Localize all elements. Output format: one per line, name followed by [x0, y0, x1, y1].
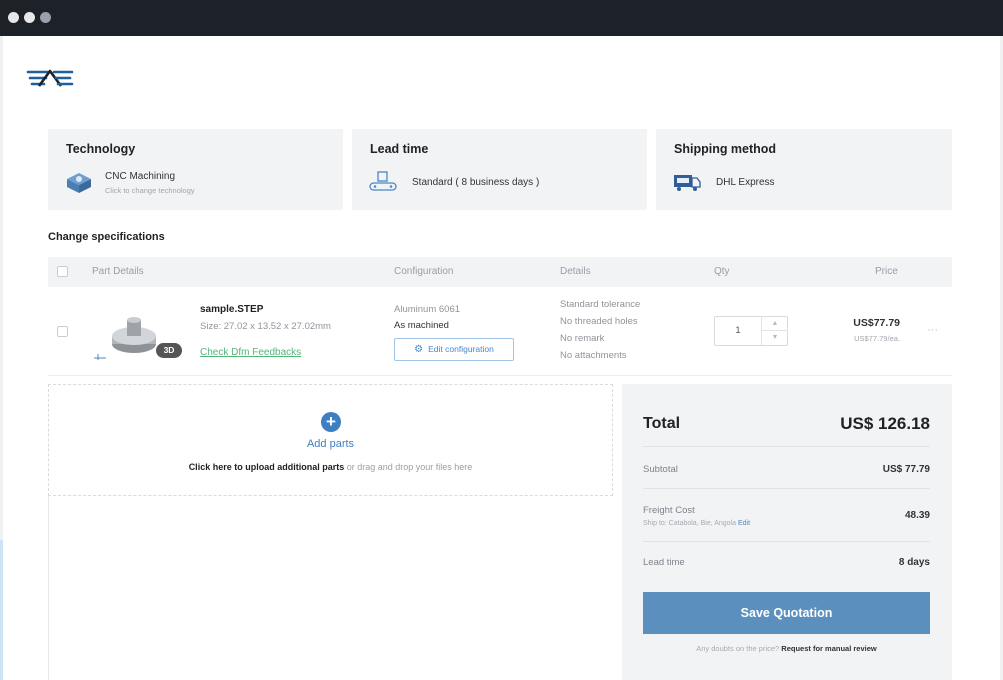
cnc-machine-icon [67, 173, 91, 193]
technology-card[interactable]: Technology CNC Machining Click to change… [48, 129, 343, 210]
doubt-text: Any doubts on the price? [696, 644, 782, 653]
freight-cost-value: 48.39 [904, 510, 930, 521]
table-row: 3D sample.STEP Size: 27.02 x 13.52 x 27.… [48, 288, 952, 376]
edit-ship-to-link[interactable]: Edit [738, 520, 750, 527]
window-minimize-dot[interactable] [24, 12, 35, 23]
summary-divider [643, 541, 930, 542]
delivery-truck-icon [674, 175, 701, 191]
select-all-checkbox[interactable] [57, 266, 68, 277]
change-specifications-title: Change specifications [48, 231, 165, 243]
save-quotation-button[interactable]: Save Quotation [643, 592, 930, 634]
column-configuration: Configuration [394, 266, 454, 277]
summary-divider [643, 446, 930, 447]
upload-hint-bold: Click here to upload additional parts [188, 462, 345, 472]
shipping-title: Shipping method [674, 142, 777, 156]
technology-hint: Click to change technology [105, 186, 195, 195]
part-finish: As machined [394, 320, 449, 331]
part-size: Size: 27.02 x 13.52 x 27.02mm [200, 321, 331, 332]
part-price: US$77.79 [853, 317, 900, 329]
row-select-checkbox[interactable] [57, 326, 68, 337]
add-parts-title: Add parts [306, 438, 355, 450]
lead-time-card[interactable]: Lead time Standard ( 8 business days ) [352, 129, 647, 210]
subtotal-label: Subtotal [643, 464, 678, 475]
shipping-value: DHL Express [716, 177, 775, 188]
quantity-input[interactable]: 1 [715, 317, 761, 345]
brand-logo[interactable] [26, 68, 74, 88]
detail-threads: No threaded holes [560, 316, 638, 327]
column-part-details: Part Details [92, 266, 144, 277]
row-more-options-icon[interactable]: ··· [927, 324, 938, 336]
technology-value: CNC Machining [105, 171, 176, 182]
quantity-increase-icon[interactable]: ▲ [761, 317, 788, 331]
column-price: Price [875, 266, 898, 277]
lead-time-value: Standard ( 8 business days ) [412, 177, 540, 188]
ship-to-info: Ship to: Catabola, Bie, Angola Edit [643, 520, 750, 527]
window-close-dot[interactable] [8, 12, 19, 23]
technology-title: Technology [66, 142, 136, 156]
quote-summary-panel: Total US$ 126.18 Subtotal US$ 77.79 Frei… [622, 384, 952, 680]
part-file-name: sample.STEP [200, 304, 264, 315]
add-circle-icon: + [321, 412, 341, 432]
check-dfm-feedbacks-link[interactable]: Check Dfm Feedbacks [200, 347, 301, 358]
detail-attachments: No attachments [560, 350, 627, 361]
upload-hint: Click here to upload additional parts or… [49, 462, 612, 472]
manual-review-prompt: Any doubts on the price? Request for man… [643, 644, 930, 653]
freight-cost-label: Freight Cost [643, 505, 695, 516]
gear-icon: ⚙ [414, 344, 424, 355]
detail-tolerance: Standard tolerance [560, 299, 641, 310]
lead-time-label: Lead time [643, 557, 685, 568]
subtotal-value: US$ 77.79 [882, 464, 930, 475]
request-manual-review-link[interactable]: Request for manual review [781, 644, 876, 653]
summary-divider [643, 488, 930, 489]
total-value: US$ 126.18 [840, 414, 930, 433]
column-qty: Qty [714, 266, 730, 277]
lead-time-value: 8 days [898, 557, 930, 568]
quantity-decrease-icon[interactable]: ▼ [761, 331, 788, 345]
3d-view-badge[interactable]: 3D [156, 343, 182, 358]
parts-table-header: Part Details Configuration Details Qty P… [48, 257, 952, 287]
ship-to-address: Ship to: Catabola, Bie, Angola [643, 520, 737, 527]
lead-time-title: Lead time [370, 142, 429, 156]
part-unit-price: US$77.79/ea. [854, 334, 900, 343]
window-frame-accent [0, 540, 3, 680]
window-titlebar [0, 0, 1003, 36]
add-parts-dropzone[interactable]: + Add parts Click here to upload additio… [48, 384, 613, 496]
conveyor-icon [369, 171, 397, 191]
column-details: Details [560, 266, 591, 277]
edit-configuration-label: Edit configuration [428, 344, 494, 354]
content-divider [48, 496, 49, 680]
quantity-stepper[interactable]: 1 ▲ ▼ [714, 316, 788, 346]
part-material: Aluminum 6061 [394, 304, 461, 315]
upload-hint-rest: or drag and drop your files here [344, 462, 473, 472]
detail-remark: No remark [560, 333, 605, 344]
edit-configuration-button[interactable]: ⚙ Edit configuration [394, 338, 514, 361]
total-label: Total [643, 415, 681, 432]
window-maximize-dot[interactable] [40, 12, 51, 23]
shipping-method-card[interactable]: Shipping method DHL Express [656, 129, 952, 210]
